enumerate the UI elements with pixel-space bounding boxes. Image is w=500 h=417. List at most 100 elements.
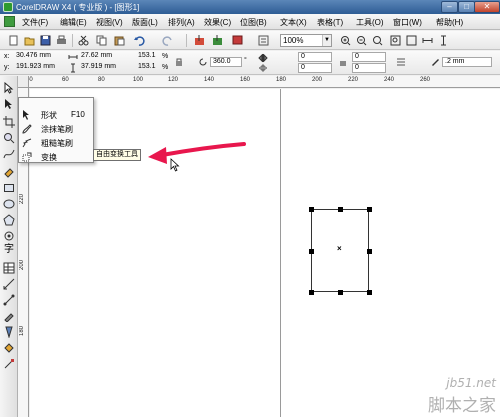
height-field[interactable]: 37.919 mm [79,63,129,73]
menu-table[interactable]: 表格(T) [317,17,343,28]
rectangle-tool-icon[interactable] [3,182,15,194]
freehand-tool-icon[interactable] [3,148,15,160]
width-field[interactable]: 27.62 mm [79,52,129,62]
smart-fill-tool-icon[interactable] [3,166,15,178]
connector-tool-icon[interactable] [3,294,15,306]
flyout-item-label: 粗糙笔刷 [41,139,73,148]
ellipse-tool-icon[interactable] [3,198,15,210]
selection-handle[interactable] [338,207,343,212]
copy-icon[interactable] [96,35,107,46]
zoom-in-icon[interactable] [340,35,351,46]
corner-bottom-left-field[interactable]: 0 [298,63,332,73]
menu-layout[interactable]: 版面(L) [132,17,158,28]
outline-pen-icon [432,59,439,66]
zoom-page-height-icon[interactable] [438,35,449,46]
watermark-site: jb51.net [446,376,496,390]
selection-handle[interactable] [367,249,372,254]
watermark: jb51.net 脚本之家 [390,376,500,417]
round-corners-lock-icon[interactable] [338,57,348,67]
property-bar: x: 30.476 mm y: 191.923 mm 27.62 mm 37.9… [0,51,500,75]
menu-help[interactable]: 帮助(H) [436,17,463,28]
pick-tool-icon[interactable] [3,82,15,94]
ruler-label: 100 [133,77,144,83]
menu-bitmaps[interactable]: 位图(B) [240,17,267,28]
polygon-tool-icon[interactable] [3,214,15,226]
zoom-out-icon[interactable] [356,35,367,46]
shape-tool-icon [23,110,29,120]
paste-icon[interactable] [114,35,125,46]
flyout-item-shape[interactable]: 形状 F10 [19,108,93,122]
zoom-tool-icon[interactable] [3,132,15,144]
corner-bottom-right-field[interactable]: 0 [352,63,386,73]
chevron-down-icon[interactable]: ▼ [322,35,331,46]
rotation-field[interactable]: 360.0 [210,57,242,67]
close-button[interactable]: ✕ [474,1,500,13]
drawing-canvas[interactable] [30,89,500,417]
center-point-marker[interactable]: × [337,244,342,253]
menu-text[interactable]: 文本(X) [280,17,307,28]
horizontal-ruler[interactable]: 40 60 80 100 120 140 160 180 200 220 240… [18,76,500,88]
save-icon[interactable] [40,35,51,46]
menu-file[interactable]: 文件(F) [22,17,48,28]
selection-handle[interactable] [309,290,314,295]
app-launcher-icon[interactable] [232,35,243,46]
scale-height-field[interactable]: 153.1 [136,63,160,73]
wrap-text-icon[interactable] [396,57,406,67]
x-position-field[interactable]: 30.476 mm [14,52,64,62]
y-position-field[interactable]: 191.923 mm [14,63,64,73]
menu-view[interactable]: 视图(V) [96,17,123,28]
open-icon[interactable] [24,35,35,46]
scale-width-field[interactable]: 153.1 [136,52,160,62]
ruler-origin-corner[interactable] [18,76,29,88]
print-icon[interactable] [56,35,67,46]
selection-handle[interactable] [309,207,314,212]
lock-ratio-icon[interactable] [174,57,184,67]
text-tool-icon[interactable]: 字 [3,244,15,256]
maximize-button[interactable]: □ [458,1,475,13]
welcome-icon[interactable] [258,35,269,46]
cut-icon[interactable] [78,35,89,46]
selection-handle[interactable] [367,207,372,212]
menu-tools[interactable]: 工具(O) [356,17,384,28]
fill-tool-icon[interactable] [3,342,15,354]
scale-width-unit: % [162,53,169,60]
zoom-level-select[interactable]: 100% ▼ [280,34,332,47]
zoom-page-width-icon[interactable] [422,35,433,46]
flyout-item-roughen-brush[interactable]: 粗糙笔刷 [19,136,93,150]
zoom-level-value: 100% [283,36,304,45]
selection-handle[interactable] [309,249,314,254]
mirror-vertical-icon[interactable] [258,63,268,73]
zoom-all-objects-icon[interactable] [390,35,401,46]
new-icon[interactable] [8,35,19,46]
menu-window[interactable]: 窗口(W) [393,17,422,28]
shape-tool-icon[interactable] [3,98,15,110]
outline-width-select[interactable]: .2 mm [442,57,492,67]
flyout-item-smudge-brush[interactable]: 涂抹笔刷 [19,122,93,136]
basic-shapes-tool-icon[interactable] [3,230,15,242]
zoom-selected-icon[interactable] [372,35,383,46]
mirror-horizontal-icon[interactable] [258,53,268,63]
redo-icon[interactable] [162,35,173,46]
table-tool-icon[interactable] [3,262,15,274]
interactive-fill-tool-icon[interactable] [3,358,15,370]
corner-top-right-field[interactable]: 0 [352,52,386,62]
outline-tool-icon[interactable] [3,326,15,338]
zoom-to-page-icon[interactable] [406,35,417,46]
corner-top-left-field[interactable]: 0 [298,52,332,62]
minimize-button[interactable]: – [441,1,458,13]
import-icon[interactable] [194,35,205,46]
ruler-label: 200 [19,260,25,271]
dimension-tool-icon[interactable] [3,278,15,290]
menu-effects[interactable]: 效果(C) [204,17,231,28]
menu-arrange[interactable]: 排列(A) [168,17,195,28]
selection-handle[interactable] [367,290,372,295]
export-icon[interactable] [212,35,223,46]
undo-icon[interactable] [134,35,145,46]
eyedropper-tool-icon[interactable] [3,310,15,322]
crop-tool-icon[interactable] [3,116,15,128]
selection-handle[interactable] [338,290,343,295]
document-icon[interactable] [4,16,15,27]
transform-tool-icon [22,152,32,162]
flyout-item-transform[interactable]: 变换 [19,150,93,164]
menu-edit[interactable]: 编辑(E) [60,17,87,28]
